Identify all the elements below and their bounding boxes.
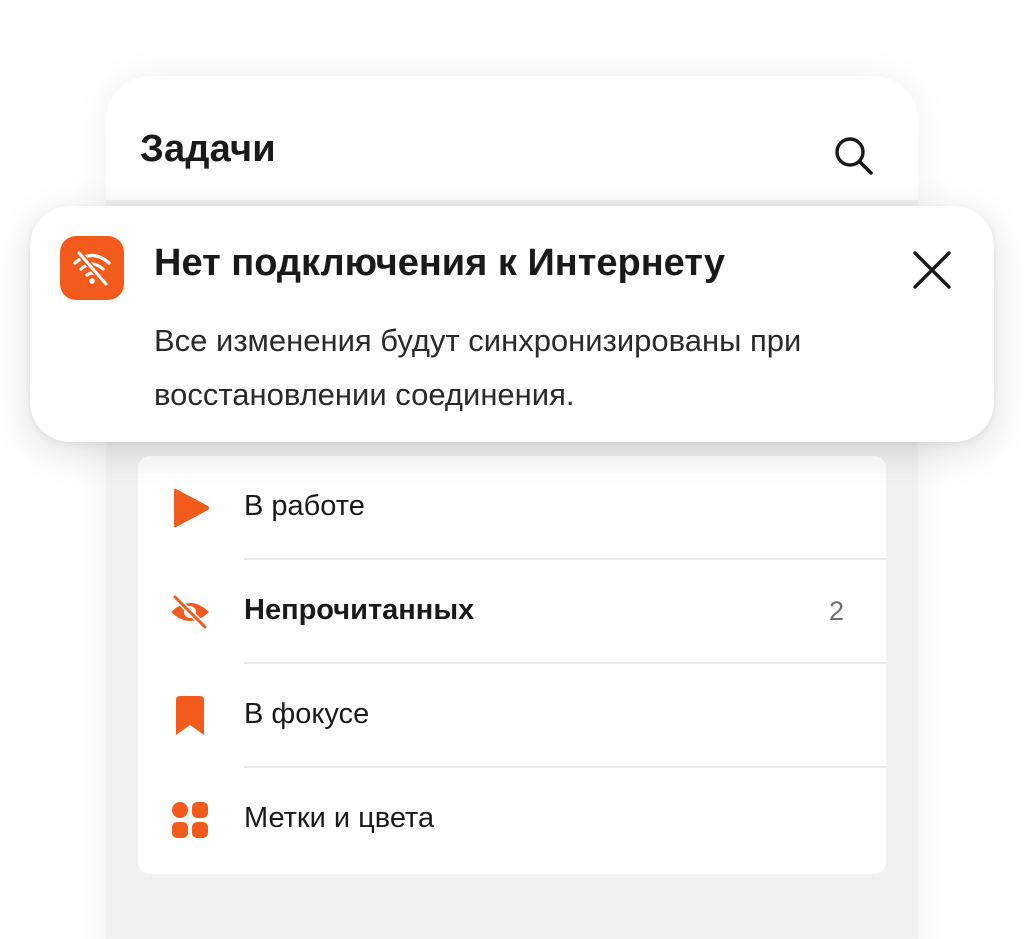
list-item-in-progress[interactable]: В работе xyxy=(138,456,886,560)
list-item-label: В работе xyxy=(244,490,365,522)
toast-title: Нет подключения к Интернету xyxy=(154,242,725,284)
search-button[interactable] xyxy=(828,130,878,180)
toast-close-button[interactable] xyxy=(906,244,958,296)
page-title: Задачи xyxy=(140,128,276,170)
screen: Задачи В работе Непрочитанных 2 В фокусе… xyxy=(0,0,1024,939)
list-item-label: В фокусе xyxy=(244,698,370,730)
search-icon xyxy=(835,137,873,175)
unread-count: 2 xyxy=(828,596,844,626)
tags-grid-icon xyxy=(166,798,214,842)
toast-message: Все изменения будут синхронизированы при… xyxy=(154,323,802,412)
smart-lists-card: В работе Непрочитанных 2 В фокусе Метки … xyxy=(138,456,886,874)
wifi-off-icon xyxy=(60,236,124,300)
list-item-label: Непрочитанных xyxy=(244,594,475,626)
list-item-label: Метки и цвета xyxy=(244,802,435,834)
app-header: Задачи xyxy=(106,76,918,200)
bookmark-icon xyxy=(166,694,214,738)
list-item-unread[interactable]: Непрочитанных 2 xyxy=(138,560,886,664)
play-icon xyxy=(166,486,214,530)
list-item-focus[interactable]: В фокусе xyxy=(138,664,886,768)
eye-off-icon xyxy=(166,590,214,634)
close-icon xyxy=(913,251,951,289)
offline-toast: Нет подключения к Интернету Все изменени… xyxy=(30,206,994,442)
list-item-tags[interactable]: Метки и цвета xyxy=(138,768,886,872)
